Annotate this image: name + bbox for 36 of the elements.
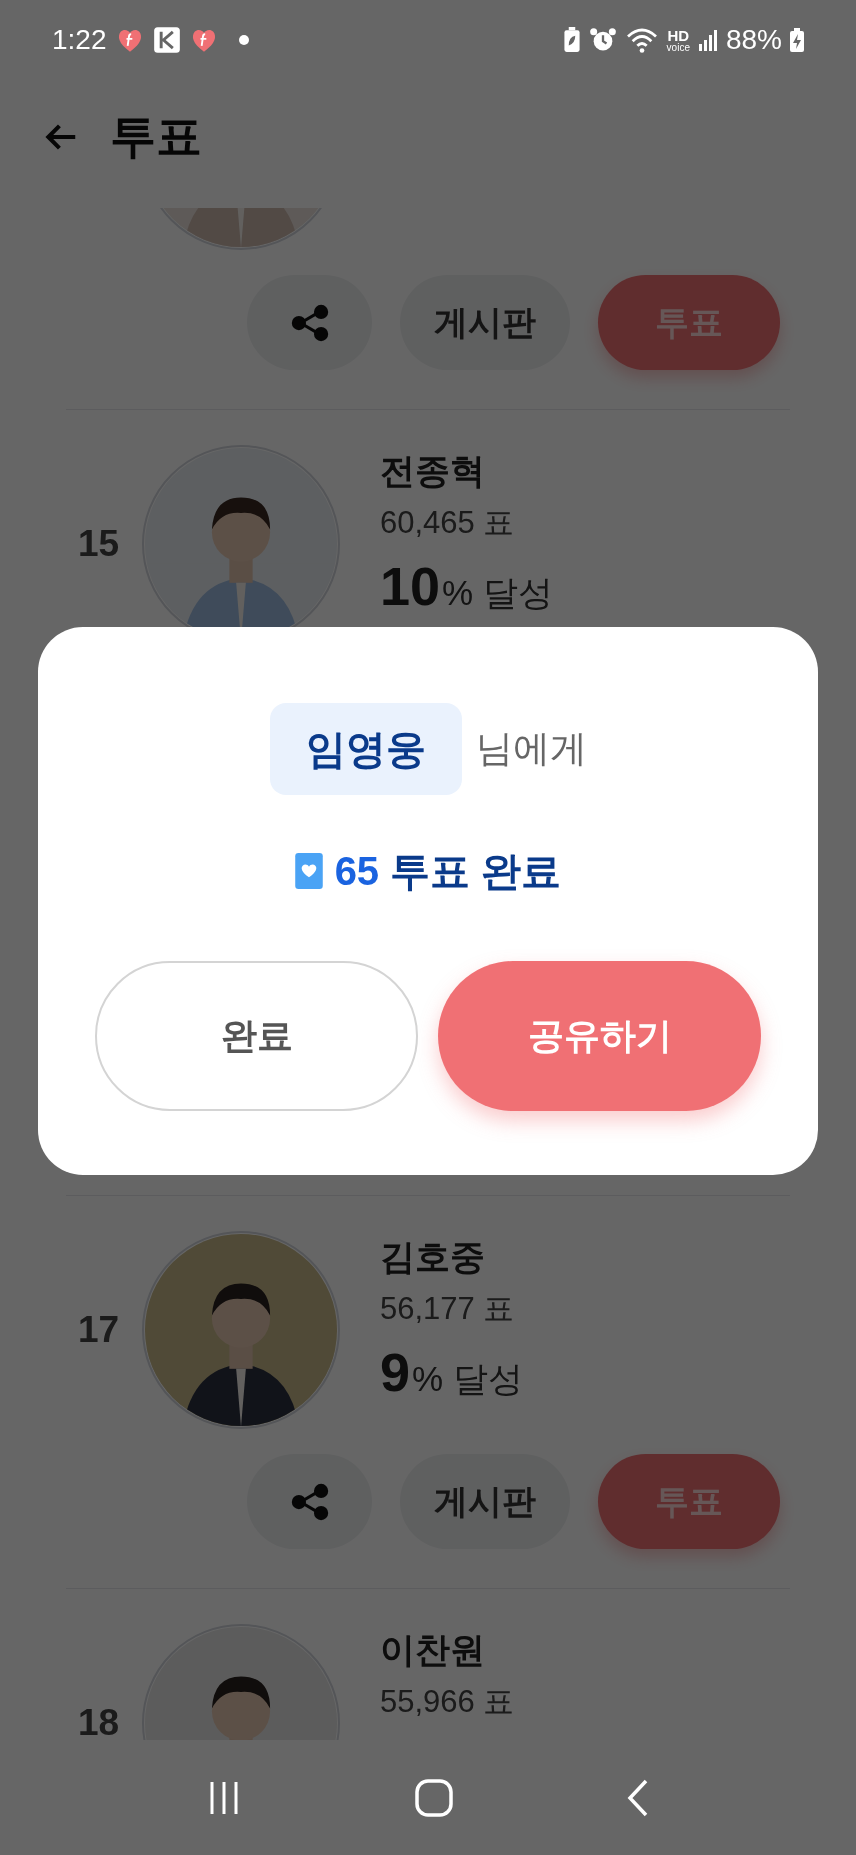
voice-label: voice [666,42,690,53]
recipient-suffix: 님에게 [475,727,587,772]
battery-charging-icon [790,27,804,53]
done-button[interactable]: 완료 [95,961,418,1111]
rank-number: 18 [77,1701,120,1740]
board-button[interactable]: 게시판 [400,275,570,370]
vote-count: 55,966 표 [380,1683,515,1721]
rank-number: 15 [77,522,120,567]
hd-label: HD [667,27,690,43]
page-title: 투표 [110,109,202,164]
wifi-icon [624,26,659,54]
vote-complete-message: 65 투표 완료 [334,848,562,895]
home-icon[interactable] [414,1777,454,1818]
battery-percent: 88% [725,23,782,57]
achievement-label: % 달성 [412,1358,523,1400]
heart-card-icon [294,853,323,889]
achievement-label: % 달성 [442,572,553,614]
share-icon [290,1482,329,1521]
vote-count: 60,465 표 [380,504,516,542]
share-button[interactable]: 공유하기 [438,961,761,1111]
dot-icon [238,35,249,45]
candidate-name: 이찬원 [380,1629,486,1671]
achievement-percent: 10 [380,555,441,617]
clock: 1:22 [52,23,107,57]
candidate-name: 전종혁 [380,450,486,492]
achievement-percent: 9 [380,1341,411,1403]
back-icon[interactable] [626,1777,650,1818]
rank-number: 17 [77,1308,120,1353]
recipient-chip: 임영웅 [269,703,462,795]
share-icon [290,303,329,342]
signal-icon [697,27,718,53]
battery-saver-icon [562,27,581,53]
board-button[interactable]: 게시판 [400,1454,570,1549]
vote-count: 56,177 표 [380,1290,516,1328]
notification-app-icon [152,26,181,54]
candidate-name: 김호중 [380,1236,486,1278]
